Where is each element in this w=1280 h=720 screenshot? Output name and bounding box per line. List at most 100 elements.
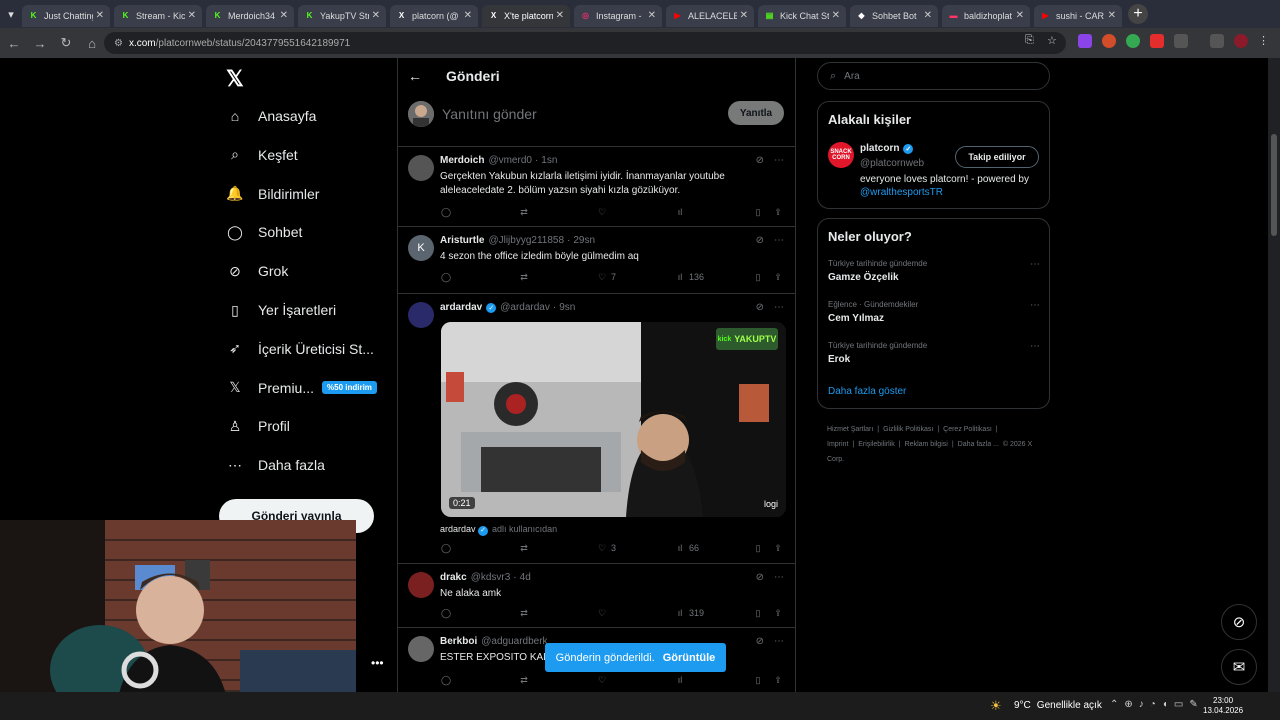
tab-close-icon[interactable]: ✕: [96, 10, 104, 21]
views-action[interactable]: ıl: [674, 205, 689, 219]
extensions-puzzle-icon[interactable]: [1174, 34, 1188, 48]
footer-link[interactable]: Daha fazla ...: [958, 441, 999, 448]
battery-icon[interactable]: ▭: [1174, 699, 1183, 710]
footer-link[interactable]: Gizlilik Politikası: [883, 426, 933, 433]
extension-icon[interactable]: [1102, 34, 1116, 48]
reload-icon[interactable]: ↻: [54, 31, 78, 55]
more-options-icon[interactable]: ⋯: [1030, 341, 1040, 352]
post-time[interactable]: 1sn: [541, 155, 557, 166]
attribution-name[interactable]: ardardav: [440, 524, 476, 534]
network-icon[interactable]: ⊕: [1124, 699, 1132, 710]
like-action[interactable]: ♡: [596, 205, 611, 219]
reply-action[interactable]: ◯: [440, 205, 455, 219]
nav-item[interactable]: ➶ İçerik Üreticisi St...: [226, 334, 374, 364]
nav-item[interactable]: ⌂ Anasayfa: [226, 101, 317, 131]
bookmark-action[interactable]: ▯: [752, 673, 767, 687]
video-player[interactable]: kick YAKUPTV 0:21 logi: [441, 322, 786, 517]
more-options-icon[interactable]: •••: [371, 656, 384, 670]
tab-close-icon[interactable]: ✕: [740, 10, 748, 21]
post-author-name[interactable]: Aristurtle: [440, 235, 484, 246]
views-action[interactable]: ıl: [674, 673, 689, 687]
browser-tab[interactable]: X X'te platcorn ✕: [482, 4, 570, 27]
messages-fab-icon[interactable]: ✉: [1221, 649, 1257, 685]
views-action[interactable]: ıl 136: [674, 270, 704, 284]
more-options-icon[interactable]: ⋯: [774, 302, 784, 313]
extension-icon[interactable]: [1078, 34, 1092, 48]
mic-icon[interactable]: ♪: [1139, 699, 1144, 710]
nav-item[interactable]: ▯ Yer İşaretleri: [226, 295, 336, 325]
scrollbar[interactable]: [1268, 58, 1280, 692]
reply-button[interactable]: Yanıtla: [728, 101, 784, 125]
trend-item[interactable]: Eğlence · Gündemdekiler Cem Yılmaz ⋯: [828, 300, 1040, 324]
footer-link[interactable]: Erişilebilirlik: [858, 441, 895, 448]
repost-action[interactable]: ⇄: [518, 541, 533, 555]
more-options-icon[interactable]: ⋯: [774, 572, 784, 583]
post-author-handle[interactable]: @kdsvr3: [471, 572, 511, 583]
browser-tab[interactable]: K YakupTV Str ✕: [298, 4, 386, 27]
bookmark-action[interactable]: ▯: [752, 541, 767, 555]
post-author-name[interactable]: ardardav: [440, 302, 482, 313]
post[interactable]: ardardav ✓ @ardardav · 9sn ⊘ ⋯ kick YAKUPTV 0:21 l…: [398, 294, 795, 563]
grok-icon[interactable]: ⊘: [756, 636, 764, 647]
repost-action[interactable]: ⇄: [518, 205, 533, 219]
browser-tab[interactable]: K Just Chatting ✕: [22, 4, 110, 27]
post[interactable]: K Aristurtle @Jlijbyyg211858 · 29sn ⊘ ⋯ 4 sezon…: [398, 227, 795, 293]
weather-widget[interactable]: ☀ 9°C Genellikle açık: [990, 698, 1102, 713]
more-options-icon[interactable]: ⋯: [774, 235, 784, 246]
post[interactable]: Merdoich @vmerd0 · 1sn ⊘ ⋯ Gerçekten Yakubun k…: [398, 147, 795, 226]
following-button[interactable]: Takip ediliyor: [955, 146, 1039, 168]
grok-fab-icon[interactable]: ⊘: [1221, 604, 1257, 640]
more-options-icon[interactable]: ⋯: [1030, 259, 1040, 270]
avatar[interactable]: [408, 155, 434, 181]
footer-link[interactable]: Reklam bilgisi: [905, 441, 948, 448]
tab-close-icon[interactable]: ✕: [924, 10, 932, 21]
browser-tab[interactable]: ▶ sushi - CAR ✕: [1034, 4, 1122, 27]
avatar[interactable]: K: [408, 235, 434, 261]
site-info-icon[interactable]: ⚙: [114, 38, 123, 49]
browser-menu-icon[interactable]: ⋮: [1258, 34, 1269, 47]
nav-item[interactable]: 𝕏 Premiu... %50 indirim: [226, 373, 377, 403]
post-time[interactable]: 4d: [520, 572, 531, 583]
nav-item[interactable]: ⋯ Daha fazla: [226, 450, 325, 480]
browser-tab[interactable]: ◆ Sohbet Bot ✕: [850, 4, 938, 27]
browser-tab[interactable]: ▶ ALELACELE ✕: [666, 4, 754, 27]
browser-tab[interactable]: ◎ Instagram - ✕: [574, 4, 662, 27]
tab-close-icon[interactable]: ✕: [648, 10, 656, 21]
nav-item[interactable]: ⌕ Keşfet: [226, 140, 298, 170]
bio-link[interactable]: @wralthesportsTR: [860, 187, 943, 198]
grok-icon[interactable]: ⊘: [756, 302, 764, 313]
views-action[interactable]: ıl 66: [674, 541, 699, 555]
media-controls-icon[interactable]: [1210, 34, 1224, 48]
bookmark-star-icon[interactable]: ☆: [1047, 34, 1057, 47]
toast-view-link[interactable]: Görüntüle: [663, 652, 716, 664]
nav-item[interactable]: ◯ Sohbet: [226, 217, 302, 247]
repost-action[interactable]: ⇄: [518, 673, 533, 687]
views-action[interactable]: ıl 319: [674, 606, 704, 620]
chevron-up-icon[interactable]: ⌃: [1110, 699, 1118, 710]
grok-icon[interactable]: ⊘: [756, 155, 764, 166]
address-bar[interactable]: ⚙ x.com/platcornweb/status/2043779551642…: [104, 32, 1066, 54]
browser-tab[interactable]: K Stream - Kick✕: [114, 4, 202, 27]
share-action[interactable]: ⇪: [772, 205, 787, 219]
footer-link[interactable]: Çerez Politikası: [943, 426, 992, 433]
avatar[interactable]: [408, 636, 434, 662]
speaker-icon[interactable]: ◖: [1162, 699, 1168, 710]
footer-link[interactable]: Hizmet Şartları: [827, 426, 873, 433]
nav-item[interactable]: 🔔 Bildirimler: [226, 179, 319, 209]
nav-item[interactable]: ♙ Profil: [226, 411, 290, 441]
trend-item[interactable]: Türkiye tarihinde gündemde Erok ⋯: [828, 341, 1040, 365]
tab-close-icon[interactable]: ✕: [1016, 10, 1024, 21]
tab-close-icon[interactable]: ✕: [556, 10, 564, 21]
profile-avatar[interactable]: [1234, 34, 1248, 48]
wifi-icon[interactable]: ◔: [1150, 699, 1156, 710]
post-author-name[interactable]: Merdoich: [440, 155, 484, 166]
tab-close-icon[interactable]: ✕: [280, 10, 288, 21]
tab-search-icon[interactable]: ▾: [0, 0, 22, 28]
grok-icon[interactable]: ⊘: [756, 235, 764, 246]
clock[interactable]: 23:00 13.04.2026: [1203, 696, 1243, 716]
post-author-handle[interactable]: @adguardberk: [481, 636, 547, 647]
adblock-icon[interactable]: [1150, 34, 1164, 48]
tab-close-icon[interactable]: ✕: [1108, 10, 1116, 21]
bookmark-action[interactable]: ▯: [752, 606, 767, 620]
tab-close-icon[interactable]: ✕: [372, 10, 380, 21]
